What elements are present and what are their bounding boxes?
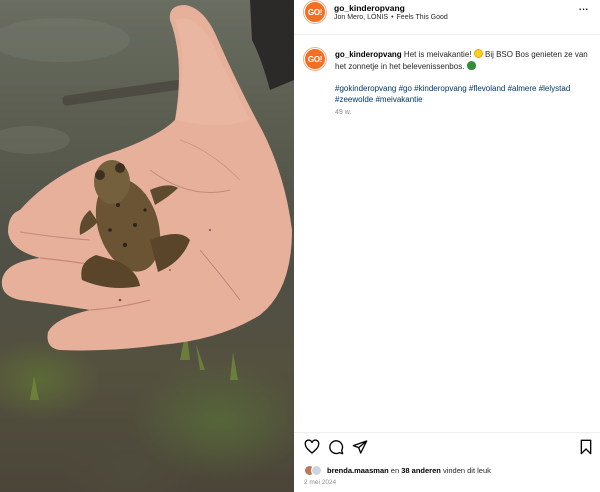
caption-hashtags[interactable]: #gokinderopvang #go #kinderopvang #flevo… <box>335 83 597 105</box>
caption-age: 49 w. <box>335 109 352 116</box>
account-username[interactable]: go_kinderopvang <box>334 3 405 13</box>
audio-link[interactable]: Feels This Good <box>397 14 448 21</box>
bookmark-icon[interactable] <box>578 439 594 455</box>
likes-others-link[interactable]: 38 anderen <box>401 466 441 475</box>
post-date: 2 mei 2024 <box>304 479 337 486</box>
caption-username[interactable]: go_kinderopvang <box>335 50 402 59</box>
post-subtitle: Jon Mero, LÖNIS • Feels This Good <box>334 14 448 21</box>
likes-summary: brenda.maasman en 38 anderen vinden dit … <box>304 463 491 477</box>
tree-emoji-icon <box>466 61 476 70</box>
account-avatar[interactable]: GO! <box>304 1 326 23</box>
location-link[interactable]: Jon Mero, LÖNIS <box>334 14 388 21</box>
sun-emoji-icon <box>473 49 483 58</box>
liker-avatar <box>311 464 322 476</box>
caption-avatar[interactable]: GO! <box>304 48 326 70</box>
action-bar <box>294 432 600 460</box>
heart-icon[interactable] <box>304 439 320 455</box>
likes-suffix: vinden dit leuk <box>442 465 491 475</box>
caption-body-part1: Het is meivakantie! <box>403 50 472 59</box>
separator-dot: • <box>391 14 394 21</box>
post-header: GO! go_kinderopvang Jon Mero, LÖNIS • Feel… <box>294 0 600 35</box>
frog-in-hand-image <box>0 0 294 400</box>
post-panel: GO! go_kinderopvang Jon Mero, LÖNIS • Feel… <box>294 0 600 492</box>
comment-icon[interactable] <box>328 439 344 455</box>
post-photo[interactable] <box>0 0 294 492</box>
likes-connector: en <box>390 465 400 475</box>
liker-username[interactable]: brenda.maasman <box>327 466 389 475</box>
more-horizontal-icon[interactable]: ··· <box>578 2 589 15</box>
send-icon[interactable] <box>352 439 368 455</box>
caption-text: go_kinderopvang Het is meivakantie! Bij … <box>335 49 597 73</box>
